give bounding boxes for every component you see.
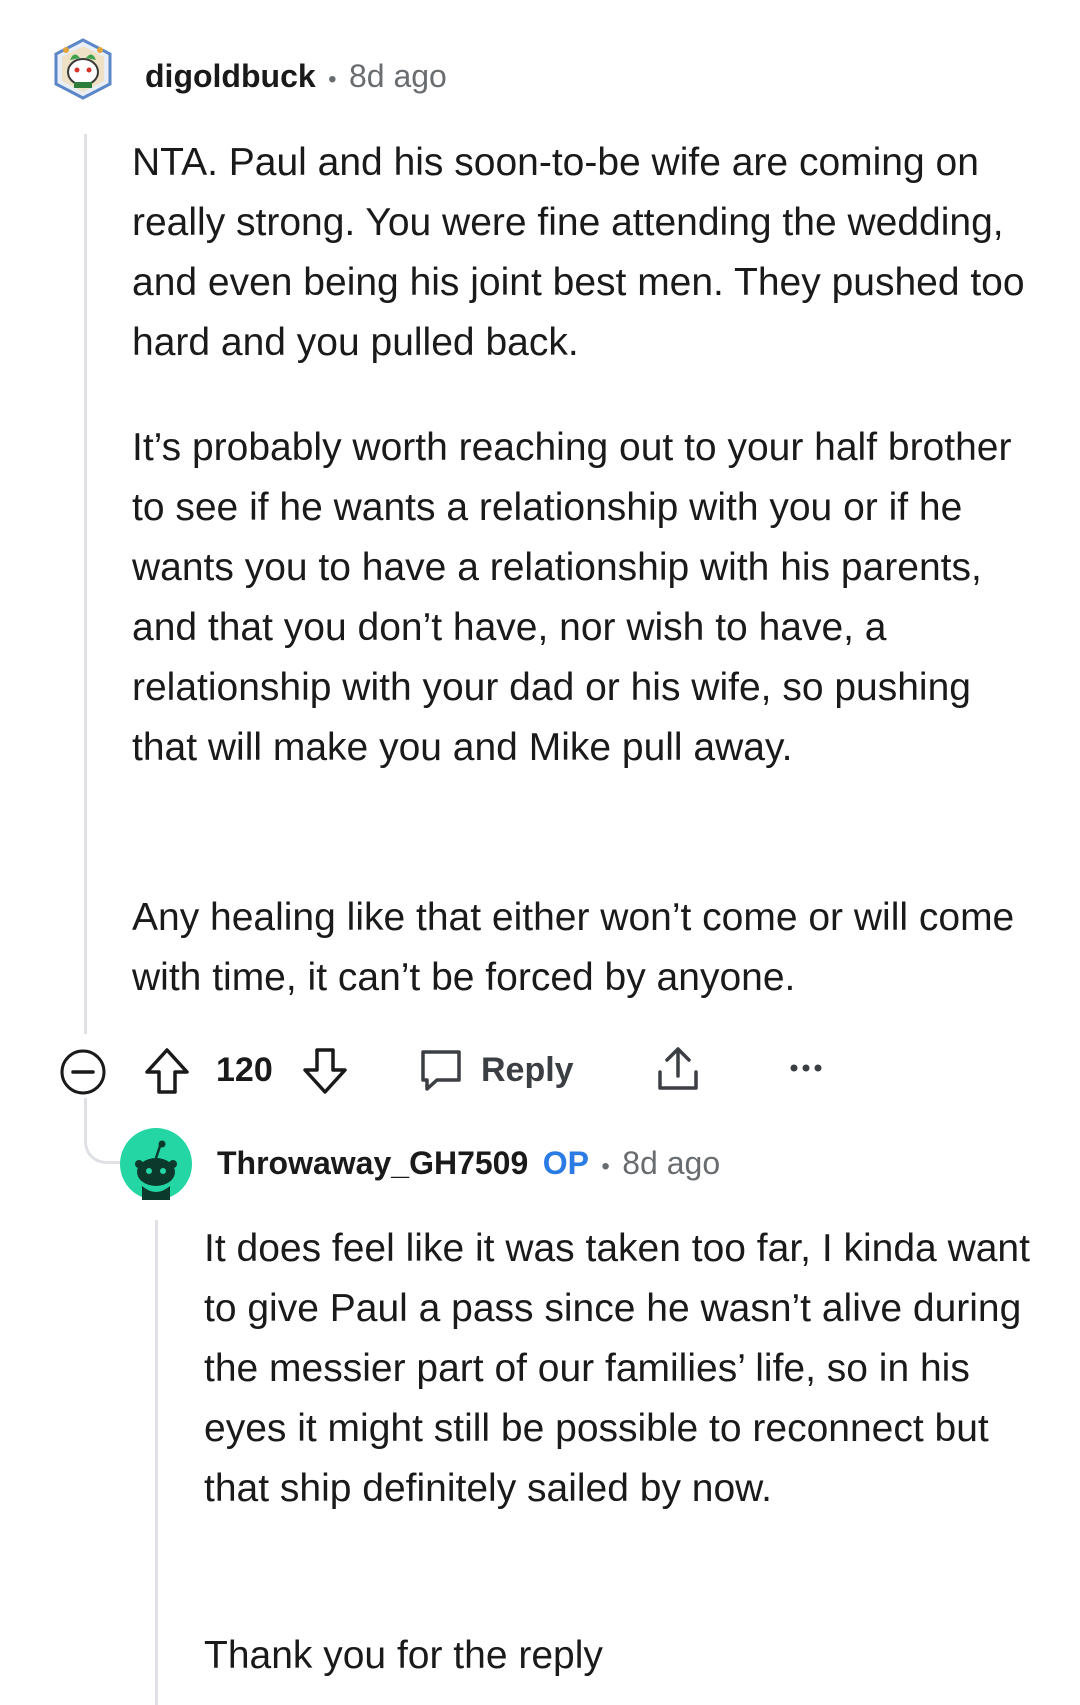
- comment-username[interactable]: digoldbuck: [145, 58, 316, 94]
- downvote-icon: [303, 1048, 347, 1094]
- upvote-button[interactable]: [143, 1046, 191, 1096]
- reply-label: Reply: [481, 1050, 574, 1089]
- share-button[interactable]: [654, 1044, 702, 1094]
- collapse-button[interactable]: [59, 1048, 107, 1096]
- collapse-icon: [60, 1049, 106, 1095]
- separator-dot: •: [601, 1153, 610, 1180]
- reply-paragraph-2: Thank you for the reply: [204, 1634, 603, 1677]
- thread-connector: [84, 1098, 124, 1164]
- reply-thread-line[interactable]: [155, 1220, 158, 1705]
- op-badge: OP: [542, 1145, 589, 1181]
- share-icon: [658, 1047, 698, 1090]
- reply-avatar[interactable]: [120, 1128, 192, 1200]
- comment-paragraph-3: Any healing like that either won’t come …: [132, 896, 1015, 999]
- reply-header: Throwaway_GH7509 OP • 8d ago: [217, 1145, 720, 1182]
- avatar[interactable]: [52, 38, 114, 100]
- comment-paragraph-1: NTA. Paul and his soon-to-be wife are co…: [132, 141, 1025, 364]
- upvote-icon: [145, 1048, 189, 1094]
- reply-username[interactable]: Throwaway_GH7509: [217, 1145, 528, 1181]
- more-options-icon: [790, 1064, 822, 1072]
- thread-line[interactable]: [84, 134, 87, 1034]
- comment-header: digoldbuck • 8d ago: [145, 58, 447, 95]
- vote-count: 120: [216, 1051, 273, 1089]
- reply-icon: [421, 1050, 461, 1091]
- comment-paragraph-2: It’s probably worth reaching out to your…: [132, 426, 1012, 769]
- reply-timestamp: 8d ago: [622, 1145, 721, 1181]
- downvote-button[interactable]: [301, 1046, 349, 1096]
- reply-paragraph-1: It does feel like it was taken too far, …: [204, 1227, 1030, 1510]
- more-options-button[interactable]: [788, 1060, 824, 1076]
- separator-dot: •: [328, 66, 337, 93]
- comment-timestamp: 8d ago: [348, 58, 447, 94]
- reply-button[interactable]: Reply: [417, 1046, 574, 1094]
